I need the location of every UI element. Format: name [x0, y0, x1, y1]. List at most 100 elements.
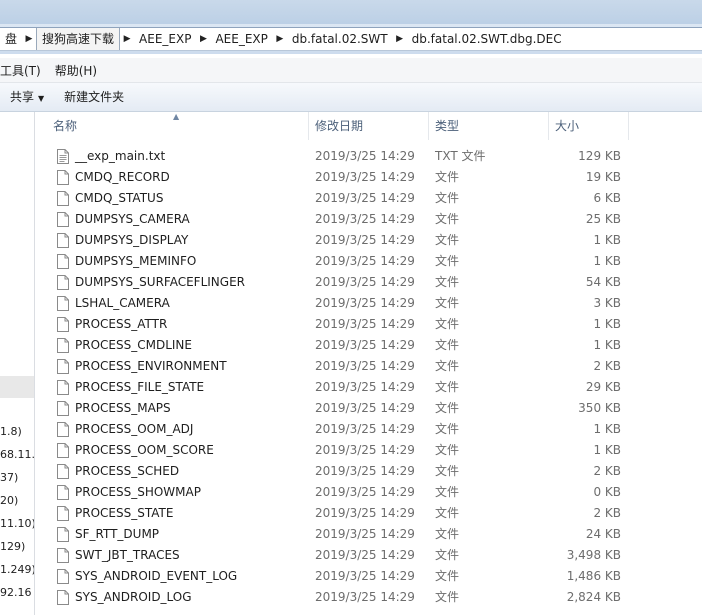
- file-row[interactable]: PROCESS_SHOWMAP 2019/3/25 14:29 文件 0 KB: [35, 482, 702, 503]
- file-type: 文件: [435, 506, 460, 520]
- file-name: PROCESS_OOM_SCORE: [75, 443, 214, 457]
- file-row[interactable]: PROCESS_ENVIRONMENT 2019/3/25 14:29 文件 2 KB: [35, 356, 702, 377]
- file-row[interactable]: PROCESS_STATE 2019/3/25 14:29 文件 2 KB: [35, 503, 702, 524]
- breadcrumb-chevron-icon[interactable]: ▶: [273, 28, 287, 50]
- file-row[interactable]: SYS_ANDROID_EVENT_LOG 2019/3/25 14:29 文件 1,…: [35, 566, 702, 587]
- file-row[interactable]: PROCESS_SCHED 2019/3/25 14:29 文件 2 KB: [35, 461, 702, 482]
- file-date: 2019/3/25 14:29: [315, 275, 415, 289]
- file-name: PROCESS_SHOWMAP: [75, 485, 201, 499]
- file-row[interactable]: DUMPSYS_SURFACEFLINGER 2019/3/25 14:29 文件 5…: [35, 272, 702, 293]
- file-icon: [57, 170, 69, 185]
- file-row[interactable]: PROCESS_FILE_STATE 2019/3/25 14:29 文件 29 KB: [35, 377, 702, 398]
- file-icon: [57, 485, 69, 500]
- file-type: 文件: [435, 443, 460, 457]
- file-date: 2019/3/25 14:29: [315, 380, 415, 394]
- file-type: TXT 文件: [435, 149, 486, 163]
- nav-item[interactable]: 11.10): [0, 517, 34, 530]
- file-size: 25 KB: [585, 212, 621, 226]
- file-type: 文件: [435, 485, 460, 499]
- file-list-pane: 名称 ▲ 修改日期 类型 大小 __exp_main.txt 2019/3/25 …: [35, 112, 702, 615]
- share-button-label: 共享: [10, 90, 35, 104]
- file-row[interactable]: PROCESS_MAPS 2019/3/25 14:29 文件 350 KB: [35, 398, 702, 419]
- file-row[interactable]: SWT_JBT_TRACES 2019/3/25 14:29 文件 3,498 KB: [35, 545, 702, 566]
- file-row[interactable]: SYS_ANDROID_LOG 2019/3/25 14:29 文件 2,824 KB: [35, 587, 702, 608]
- file-size: 1,486 KB: [566, 569, 621, 583]
- breadcrumb-chevron-icon[interactable]: ▶: [393, 28, 407, 50]
- share-button[interactable]: 共享 ▼: [0, 84, 54, 110]
- file-row[interactable]: PROCESS_CMDLINE 2019/3/25 14:29 文件 1 KB: [35, 335, 702, 356]
- file-date: 2019/3/25 14:29: [315, 233, 415, 247]
- file-name: SF_RTT_DUMP: [75, 527, 160, 541]
- file-row[interactable]: CMDQ_STATUS 2019/3/25 14:29 文件 6 KB: [35, 188, 702, 209]
- file-date: 2019/3/25 14:29: [315, 548, 415, 562]
- file-icon: [57, 212, 69, 227]
- column-header-type[interactable]: 类型: [429, 112, 549, 140]
- file-name: __exp_main.txt: [75, 149, 166, 163]
- file-row[interactable]: SF_RTT_DUMP 2019/3/25 14:29 文件 24 KB: [35, 524, 702, 545]
- file-name: DUMPSYS_CAMERA: [75, 212, 190, 226]
- file-size: 2,824 KB: [566, 590, 621, 604]
- nav-item[interactable]: 20): [0, 494, 18, 507]
- text-file-icon: [57, 149, 69, 164]
- menu-bar: 工具(T) 帮助(H): [0, 58, 702, 83]
- file-icon: [57, 338, 69, 353]
- breadcrumb-item[interactable]: db.fatal.02.SWT.dbg.DEC: [407, 28, 567, 50]
- file-size: 2 KB: [593, 506, 621, 520]
- file-row[interactable]: LSHAL_CAMERA 2019/3/25 14:29 文件 3 KB: [35, 293, 702, 314]
- file-icon: [57, 275, 69, 290]
- column-header-date[interactable]: 修改日期: [309, 112, 429, 140]
- new-folder-button[interactable]: 新建文件夹: [54, 84, 134, 110]
- file-size: 1 KB: [593, 233, 621, 247]
- breadcrumb-chevron-icon[interactable]: ▶: [120, 28, 134, 50]
- file-type: 文件: [435, 422, 460, 436]
- nav-selected-item[interactable]: [0, 376, 34, 398]
- breadcrumb-item[interactable]: 盘: [0, 28, 22, 50]
- menu-item[interactable]: 工具(T): [0, 62, 48, 79]
- menu-item[interactable]: 帮助(H): [48, 62, 104, 79]
- file-row[interactable]: CMDQ_RECORD 2019/3/25 14:29 文件 19 KB: [35, 167, 702, 188]
- file-icon: [57, 296, 69, 311]
- file-date: 2019/3/25 14:29: [315, 296, 415, 310]
- file-date: 2019/3/25 14:29: [315, 443, 415, 457]
- breadcrumb[interactable]: 盘 ▶ 搜狗高速下载 ▶ AEE_EXP ▶ AEE_EXP ▶ db.fatal.02.SWT…: [0, 27, 702, 51]
- file-size: 6 KB: [593, 191, 621, 205]
- file-name: PROCESS_OOM_ADJ: [75, 422, 194, 436]
- file-type: 文件: [435, 191, 460, 205]
- nav-item[interactable]: 129): [0, 540, 25, 553]
- navigation-pane[interactable]: 1.8) 68.11. 37) 20) 11.10) 129) 1.249) 92.16: [0, 112, 35, 615]
- file-row[interactable]: DUMPSYS_DISPLAY 2019/3/25 14:29 文件 1 KB: [35, 230, 702, 251]
- file-name: DUMPSYS_SURFACEFLINGER: [75, 275, 245, 289]
- new-folder-button-label: 新建文件夹: [64, 90, 125, 104]
- file-size: 24 KB: [585, 527, 621, 541]
- nav-item[interactable]: 92.16: [0, 586, 32, 599]
- file-name: PROCESS_MAPS: [75, 401, 171, 415]
- file-date: 2019/3/25 14:29: [315, 212, 415, 226]
- nav-item[interactable]: 1.249): [0, 563, 34, 576]
- file-row[interactable]: DUMPSYS_MEMINFO 2019/3/25 14:29 文件 1 KB: [35, 251, 702, 272]
- file-row[interactable]: PROCESS_OOM_ADJ 2019/3/25 14:29 文件 1 KB: [35, 419, 702, 440]
- file-name: DUMPSYS_MEMINFO: [75, 254, 197, 268]
- nav-item[interactable]: 1.8): [0, 425, 22, 438]
- nav-item[interactable]: 68.11.: [0, 448, 34, 461]
- file-row[interactable]: __exp_main.txt 2019/3/25 14:29 TXT 文件 129 K…: [35, 146, 702, 167]
- chevron-down-icon: ▼: [38, 94, 45, 103]
- file-type: 文件: [435, 527, 460, 541]
- breadcrumb-item[interactable]: db.fatal.02.SWT: [287, 28, 393, 50]
- file-name: PROCESS_ENVIRONMENT: [75, 359, 227, 373]
- file-size: 2 KB: [593, 464, 621, 478]
- window-top-strip: [0, 0, 702, 24]
- breadcrumb-item[interactable]: AEE_EXP: [134, 28, 196, 50]
- breadcrumb-item[interactable]: 搜狗高速下载: [36, 28, 121, 50]
- breadcrumb-item[interactable]: AEE_EXP: [210, 28, 272, 50]
- file-row[interactable]: DUMPSYS_CAMERA 2019/3/25 14:29 文件 25 KB: [35, 209, 702, 230]
- breadcrumb-chevron-icon[interactable]: ▶: [196, 28, 210, 50]
- file-row[interactable]: PROCESS_ATTR 2019/3/25 14:29 文件 1 KB: [35, 314, 702, 335]
- nav-item[interactable]: 37): [0, 471, 18, 484]
- address-bar: 盘 ▶ 搜狗高速下载 ▶ AEE_EXP ▶ AEE_EXP ▶ db.fatal.02.SWT…: [0, 24, 702, 54]
- file-date: 2019/3/25 14:29: [315, 317, 415, 331]
- breadcrumb-chevron-icon[interactable]: ▶: [22, 28, 36, 50]
- file-type: 文件: [435, 548, 460, 562]
- file-row[interactable]: PROCESS_OOM_SCORE 2019/3/25 14:29 文件 1 KB: [35, 440, 702, 461]
- column-header-size[interactable]: 大小: [549, 112, 629, 140]
- file-date: 2019/3/25 14:29: [315, 506, 415, 520]
